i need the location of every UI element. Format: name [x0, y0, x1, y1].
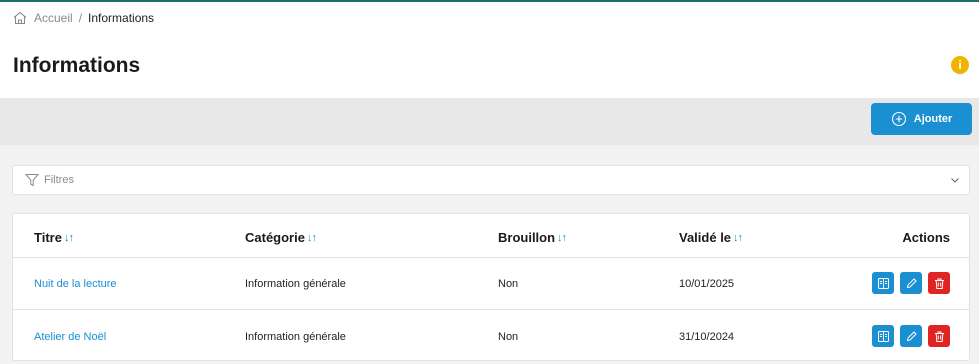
sort-icon: ↓↑: [63, 231, 74, 244]
chevron-down-icon[interactable]: [950, 175, 960, 185]
edit-pencil-icon: [906, 330, 917, 341]
breadcrumb-current: Informations: [88, 11, 155, 25]
row-actions: [872, 272, 950, 294]
informations-table: Titre ↓↑ Catégorie ↓↑ Brouillon ↓↑ Validé l…: [12, 213, 970, 361]
edit-button[interactable]: [900, 272, 922, 294]
edit-pencil-icon: [906, 277, 917, 288]
column-header-draft[interactable]: Brouillon ↓↑: [498, 230, 567, 245]
view-button[interactable]: [872, 325, 894, 347]
column-header-title[interactable]: Titre ↓↑: [34, 230, 74, 245]
column-header-validated[interactable]: Validé le ↓↑: [679, 230, 743, 245]
table-row: Nuit de la lecture Information générale …: [13, 258, 969, 310]
filter-icon: [25, 173, 39, 187]
trash-icon: [934, 331, 944, 342]
page-header: Informations i: [0, 34, 979, 98]
row-draft: Non: [498, 278, 519, 290]
edit-button[interactable]: [900, 325, 922, 347]
toolbar: Ajouter: [0, 98, 979, 145]
column-header-actions: Actions: [902, 230, 950, 245]
row-category: Information générale: [245, 278, 346, 290]
sort-icon: ↓↑: [306, 231, 317, 244]
breadcrumb-separator: /: [78, 11, 83, 25]
info-icon[interactable]: i: [951, 56, 969, 74]
breadcrumb-home-link[interactable]: Accueil: [34, 11, 73, 25]
sort-icon: ↓↑: [557, 231, 567, 244]
filters-panel[interactable]: Filtres: [12, 165, 970, 195]
table-row: Atelier de Noël Information générale Non…: [13, 311, 969, 363]
plus-circle-icon: [891, 111, 907, 127]
row-title-link[interactable]: Atelier de Noël: [34, 331, 106, 343]
view-button[interactable]: [872, 272, 894, 294]
row-validated-date: 10/01/2025: [679, 278, 735, 290]
page-title: Informations: [13, 54, 141, 77]
add-button[interactable]: Ajouter: [871, 103, 972, 135]
column-header-category[interactable]: Catégorie ↓↑: [245, 230, 317, 245]
trash-icon: [934, 278, 944, 289]
delete-button[interactable]: [928, 272, 950, 294]
row-actions: [872, 325, 950, 347]
filters-label: Filtres: [44, 174, 74, 186]
view-icon: [877, 277, 889, 289]
breadcrumb: Accueil / Informations: [0, 2, 979, 34]
delete-button[interactable]: [928, 325, 950, 347]
view-icon: [877, 330, 889, 342]
add-button-label: Ajouter: [913, 113, 953, 125]
table-header: Titre ↓↑ Catégorie ↓↑ Brouillon ↓↑ Validé l…: [13, 214, 969, 258]
row-draft: Non: [498, 331, 519, 343]
home-icon[interactable]: [12, 10, 28, 26]
row-validated-date: 31/10/2024: [679, 331, 735, 343]
row-category: Information générale: [245, 331, 346, 343]
sort-icon: ↓↑: [733, 231, 743, 244]
row-title-link[interactable]: Nuit de la lecture: [34, 278, 117, 290]
